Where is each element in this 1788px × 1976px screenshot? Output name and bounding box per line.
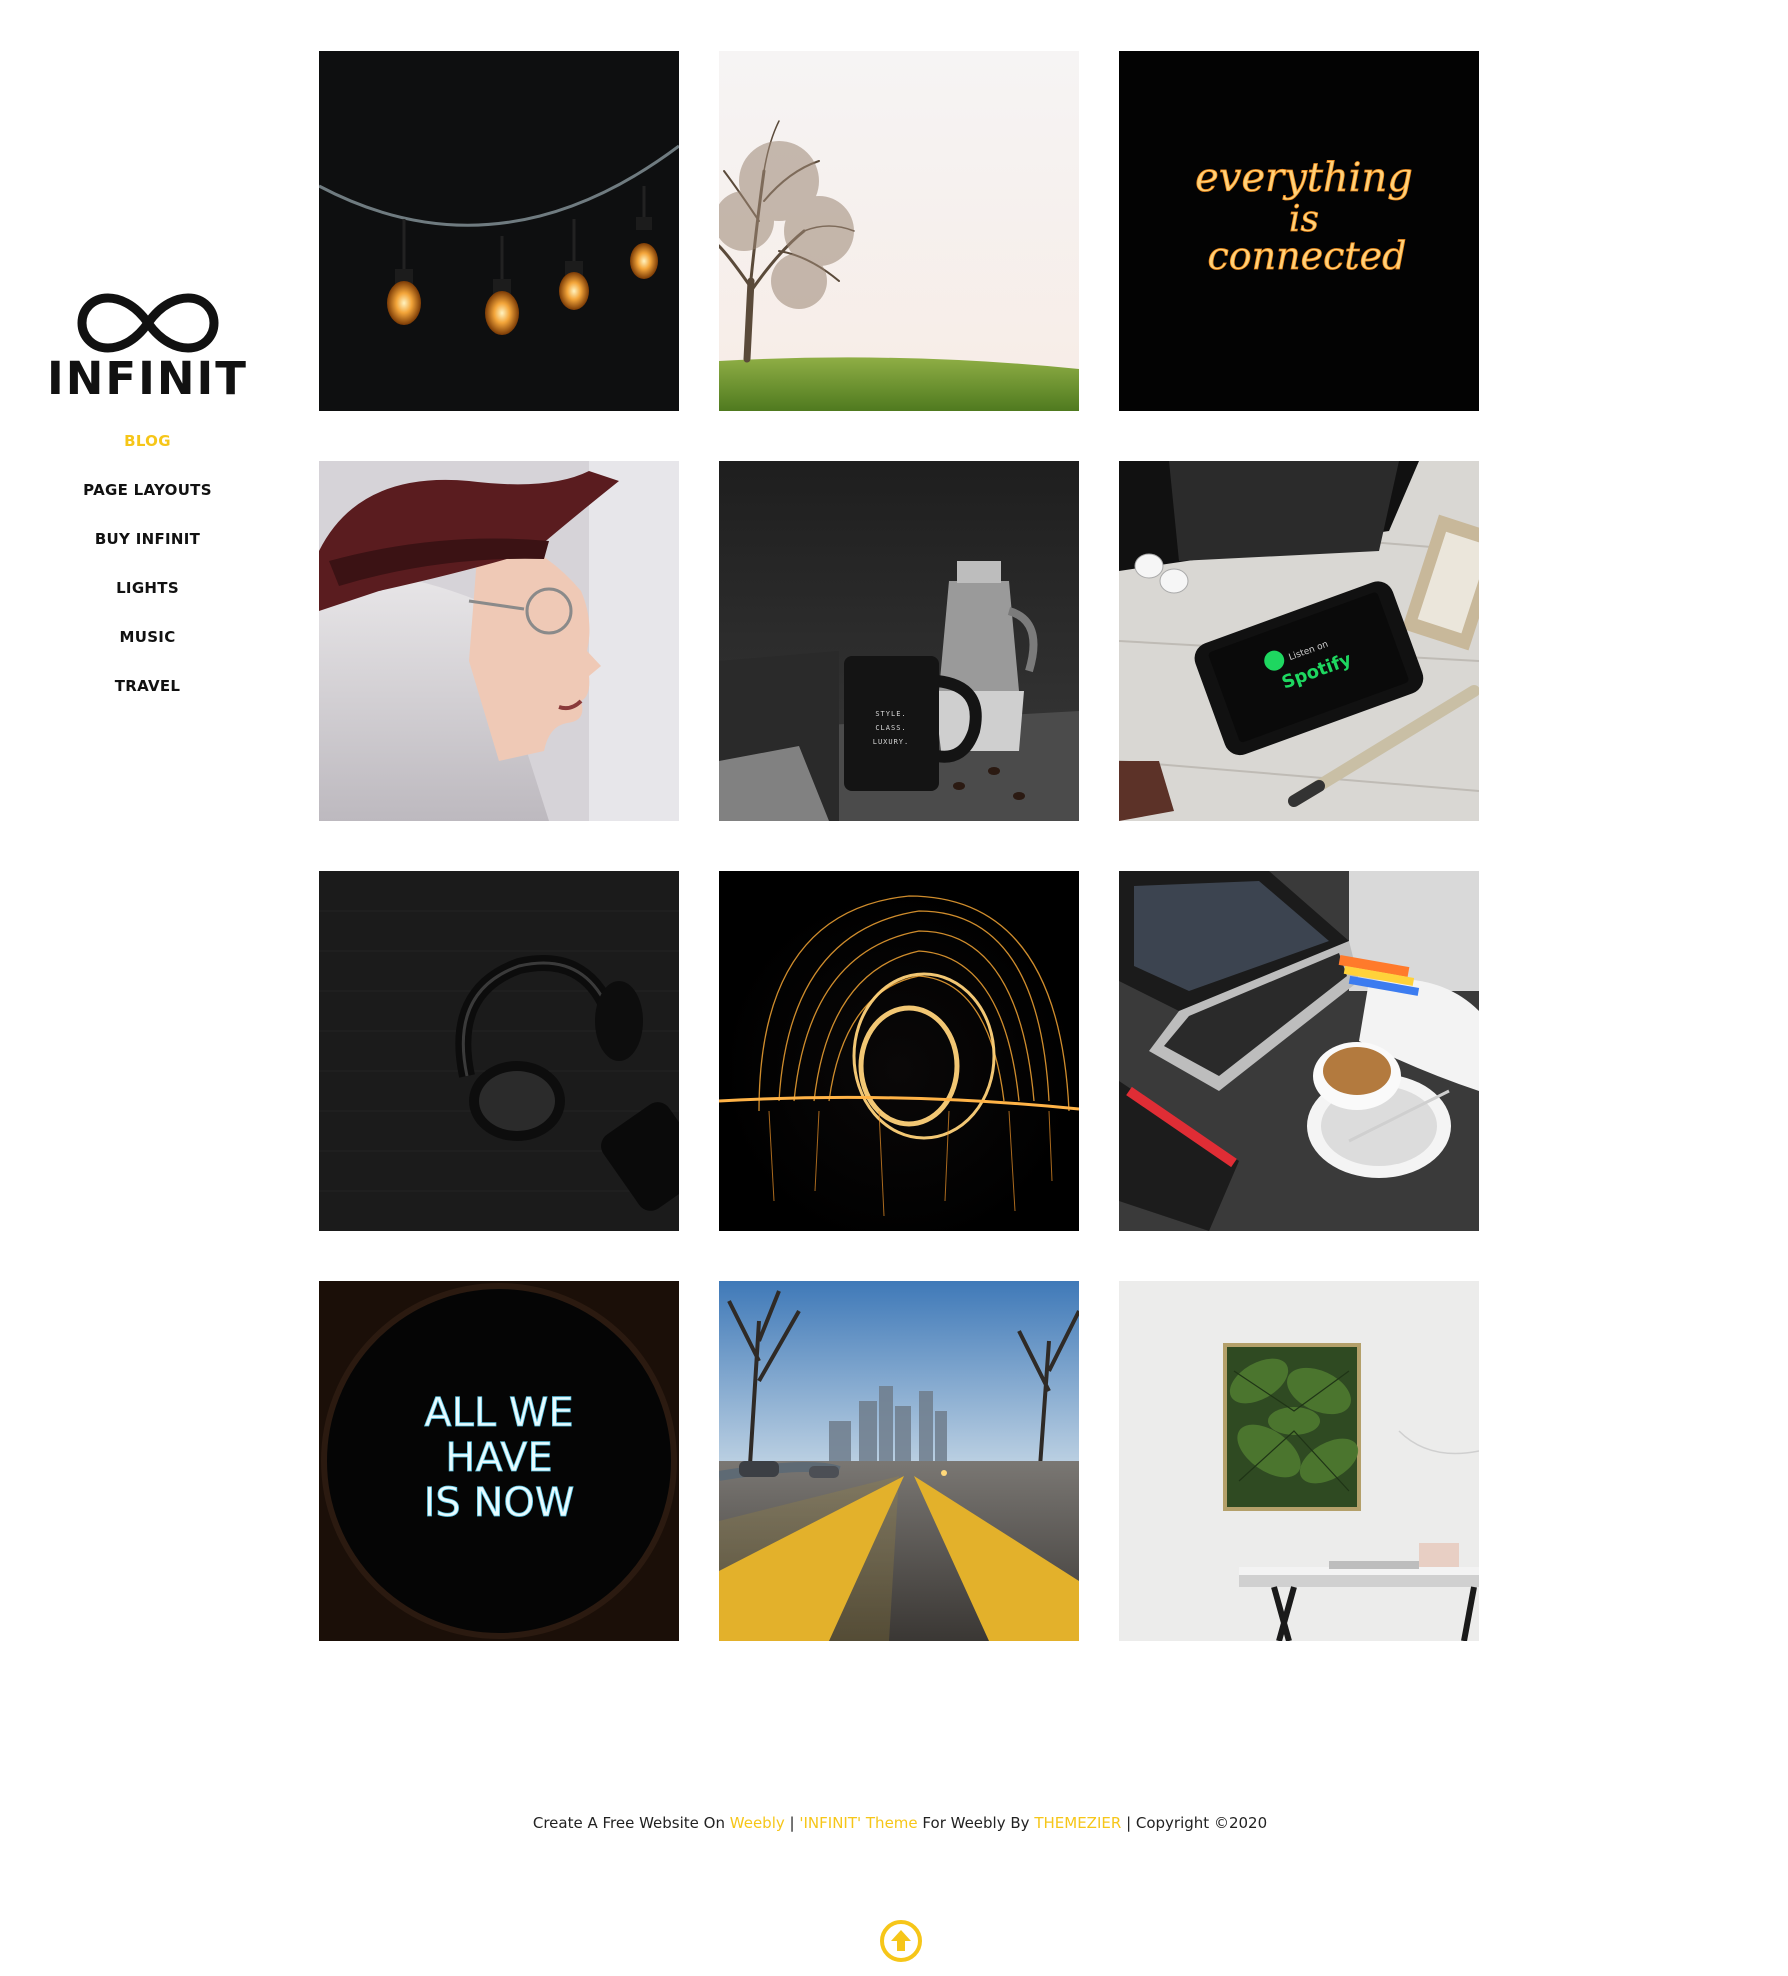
nav-item-travel: TRAVEL [40,676,255,725]
nav-item-music: MUSIC [40,627,255,676]
infinity-icon [77,293,218,353]
neon-line-3: connected [1208,234,1407,278]
nav-item-lights: LIGHTS [40,578,255,627]
coffee-mug-photo: STYLE. CLASS. LUXURY. [719,461,1079,821]
footer-separator: | [789,1814,795,1832]
gallery-tile-steel-wool[interactable] [719,871,1079,1231]
nav-link-page-layouts[interactable]: PAGE LAYOUTS [83,481,212,499]
footer-author-link[interactable]: THEMEZIER [1034,1814,1121,1832]
laptop-coffee-photo [1119,871,1479,1231]
mug-text-line-2: CLASS. [875,724,906,732]
phone-spotify-photo: Listen on Spotify [1119,461,1479,821]
sidebar: INFINIT BLOG PAGE LAYOUTS BUY INFINIT LI… [40,290,255,725]
gallery-tile-woman-hat[interactable] [319,461,679,821]
gallery-tile-headphones[interactable] [319,871,679,1231]
gallery-tile-neon-now[interactable]: ALL WE HAVE IS NOW [319,1281,679,1641]
main-nav: BLOG PAGE LAYOUTS BUY INFINIT LIGHTS MUS… [40,431,255,725]
gallery-tile-phone-spotify[interactable]: Listen on Spotify [1119,461,1479,821]
nav-item-blog: BLOG [40,431,255,480]
neon-now-line-1: ALL WE [424,1390,573,1436]
mug-text-line-3: LUXURY. [873,738,910,746]
headphones-photo [319,871,679,1231]
nav-link-blog[interactable]: BLOG [124,432,171,450]
woman-hat-photo [319,461,679,821]
footer-weebly-link[interactable]: Weebly [730,1814,785,1832]
neon-line-1: everything [1195,155,1413,201]
footer-prefix: Create A Free Website On [532,1814,725,1832]
gallery-tile-plant-frame[interactable] [1119,1281,1479,1641]
gallery-tile-coffee-mug[interactable]: STYLE. CLASS. LUXURY. [719,461,1079,821]
neon-now-line-3: IS NOW [424,1480,575,1526]
scroll-to-top-button[interactable] [878,1918,924,1964]
site-logo[interactable]: INFINIT [40,290,255,401]
footer-middle-text: For Weebly By [922,1814,1030,1832]
city-road-photo [719,1281,1079,1641]
footer-copyright: | Copyright ©2020 [1126,1814,1268,1832]
steel-wool-photo [719,871,1079,1231]
gallery-tile-lone-tree[interactable] [719,51,1079,411]
gallery-tile-neon-connected[interactable]: everything is connected [1119,51,1479,411]
nav-link-buy-infinit[interactable]: BUY INFINIT [95,530,200,548]
photo-gallery: everything is connected STYLE. CLASS. LU… [319,51,1479,1641]
gallery-tile-laptop-coffee[interactable] [1119,871,1479,1231]
arrow-up-circle-icon [880,1920,922,1962]
lone-tree-photo [719,51,1079,411]
string-lights-photo [319,51,679,411]
nav-link-lights[interactable]: LIGHTS [116,579,179,597]
logo-wordmark: INFINIT [47,352,248,405]
nav-link-travel[interactable]: TRAVEL [115,677,181,695]
neon-sign-photo: everything is connected [1119,51,1479,411]
nav-link-music[interactable]: MUSIC [120,628,176,646]
mug-text-line-1: STYLE. [875,710,906,718]
site-footer: Create A Free Website On Weebly | 'INFIN… [0,1814,1788,1832]
footer-theme-link[interactable]: 'INFINIT' Theme [799,1814,917,1832]
neon-now-line-2: HAVE [445,1435,553,1481]
nav-item-page-layouts: PAGE LAYOUTS [40,480,255,529]
plant-frame-photo [1119,1281,1479,1641]
neon-now-photo: ALL WE HAVE IS NOW [319,1281,679,1641]
gallery-tile-string-lights[interactable] [319,51,679,411]
nav-item-buy-infinit: BUY INFINIT [40,529,255,578]
gallery-tile-city-road[interactable] [719,1281,1079,1641]
